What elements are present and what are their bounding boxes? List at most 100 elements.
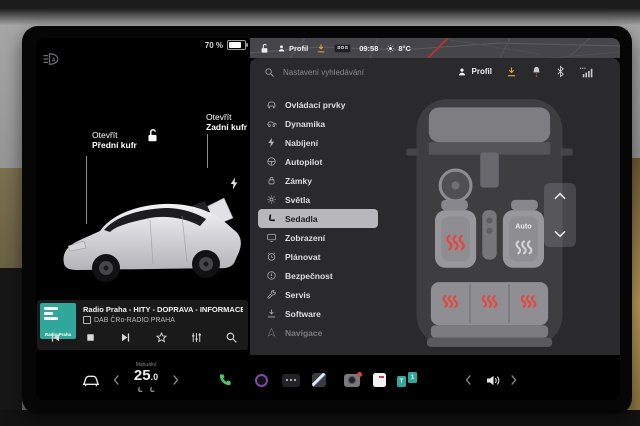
front-trunk-button[interactable]: Otevřít Přední kufr xyxy=(92,130,137,150)
menu-item-servis[interactable]: Servis xyxy=(258,285,378,304)
rear-bench xyxy=(427,282,552,347)
download-arrow-icon[interactable] xyxy=(316,43,326,54)
seat-heater-left-icon[interactable] xyxy=(136,386,144,394)
chevron-up-icon[interactable] xyxy=(553,191,567,201)
menu-item-planovat[interactable]: Plánovat xyxy=(258,247,378,266)
download-arrow-icon[interactable] xyxy=(506,66,517,78)
calendar-app-button[interactable] xyxy=(368,360,390,400)
profile-icon xyxy=(277,44,286,53)
volume-down-chevron[interactable] xyxy=(464,374,472,386)
menu-item-sedadla[interactable]: Sedadla xyxy=(258,209,378,228)
lightning-icon xyxy=(266,137,277,148)
more-apps-icon xyxy=(282,374,300,387)
favorite-star-icon[interactable] xyxy=(155,331,168,344)
radio-source-icon xyxy=(83,316,91,324)
touchscreen: A 70 % Otevřít Přední kufr Otevřít Zadní… xyxy=(36,38,620,400)
climate-temperature-decimal: .0 xyxy=(151,372,159,382)
settings-top-icons: Profil xyxy=(457,65,594,78)
unlock-icon[interactable] xyxy=(260,43,269,54)
menu-item-dynamika[interactable]: Dynamika xyxy=(258,114,378,133)
clock: 09:58 xyxy=(359,44,378,53)
bluetooth-icon[interactable] xyxy=(556,65,565,78)
menu-item-software[interactable]: Software xyxy=(258,304,378,323)
status-bar: Profil SOS 09:58 8°C xyxy=(260,38,411,58)
dashboard-trim-left xyxy=(0,168,22,270)
media-subtitle: DAB ČRo-RADIO PRAHA xyxy=(94,317,175,324)
speaker-icon xyxy=(485,373,502,388)
menu-item-ovladaci-prvky[interactable]: Ovládací prvky xyxy=(258,95,378,114)
wrench-icon xyxy=(266,289,277,300)
car-controls-button[interactable] xyxy=(78,360,104,400)
diagonal-app-button[interactable] xyxy=(308,360,330,400)
auto-headlight-icon: A xyxy=(42,52,60,66)
alert-circle-icon xyxy=(266,270,277,281)
chevron-down-icon[interactable] xyxy=(553,229,567,239)
search-icon[interactable] xyxy=(225,331,238,344)
navigation-arrow-icon xyxy=(266,327,277,338)
menu-label: Světla xyxy=(285,195,310,205)
profile-label: Profil xyxy=(289,44,308,53)
phone-icon xyxy=(217,372,233,388)
settings-panel: Nastavení vyhledávání Profil xyxy=(250,58,620,355)
rear-trunk-button[interactable]: Otevřít Zadní kufr xyxy=(206,112,247,132)
equalizer-icon[interactable] xyxy=(190,331,203,344)
volume-button[interactable] xyxy=(480,360,506,400)
phone-app-button[interactable] xyxy=(212,360,238,400)
lock-open-icon[interactable] xyxy=(146,128,159,143)
rear-trunk-label: Zadní kufr xyxy=(206,122,247,132)
menu-label: Autopilot xyxy=(285,157,322,167)
menu-label: Sedadla xyxy=(285,214,318,224)
stop-icon[interactable] xyxy=(84,331,97,344)
more-apps-button[interactable] xyxy=(279,360,303,400)
media-player[interactable]: Radio Praha Radio Praha - HITY - DOPRAVA… xyxy=(37,300,248,350)
menu-label: Ovládací prvky xyxy=(285,100,345,110)
car-illustration xyxy=(54,184,246,292)
menu-label: Navigace xyxy=(285,328,322,338)
dashcam-icon xyxy=(344,374,360,387)
profile-icon[interactable] xyxy=(457,67,467,77)
rear-trunk-action: Otevřít xyxy=(206,112,247,122)
vehicle-status-panel: A 70 % Otevřít Přední kufr Otevřít Zadní… xyxy=(36,38,250,360)
battery-percent: 70 % xyxy=(205,41,223,50)
menu-item-navigace[interactable]: Navigace xyxy=(258,323,378,342)
t1-tile-left: T xyxy=(397,376,406,387)
notification-dot xyxy=(357,372,362,377)
next-track-icon[interactable] xyxy=(119,331,132,344)
climate-temp-up-chevron[interactable] xyxy=(172,374,180,386)
menu-label: Nabíjení xyxy=(285,138,318,148)
climate-temperature: 25 xyxy=(134,367,151,384)
menu-item-zamky[interactable]: Zámky xyxy=(258,171,378,190)
seat-icon xyxy=(266,213,277,224)
menu-label: Dynamika xyxy=(285,119,325,129)
seat-heater-right-icon[interactable] xyxy=(148,386,156,394)
menu-item-svetla[interactable]: Světla xyxy=(258,190,378,209)
climate-temp-down-chevron[interactable] xyxy=(112,374,120,386)
menu-item-nabijeni[interactable]: Nabíjení xyxy=(258,133,378,152)
settings-search[interactable]: Nastavení vyhledávání xyxy=(264,67,364,78)
menu-label: Zobrazení xyxy=(285,233,325,243)
ring-app-icon xyxy=(255,374,268,387)
map-background: Profil SOS 09:58 8°C xyxy=(250,38,620,58)
volume-up-chevron[interactable] xyxy=(510,374,518,386)
t1-tile-right: 1 xyxy=(408,372,417,383)
outside-temperature: 8°C xyxy=(398,44,411,53)
menu-item-bezpecnost[interactable]: Bezpečnost xyxy=(258,266,378,285)
bell-icon[interactable] xyxy=(531,65,542,78)
profile-label[interactable]: Profil xyxy=(472,67,492,76)
battery-icon xyxy=(227,40,246,50)
screen-bezel: A 70 % Otevřít Přední kufr Otevřít Zadní… xyxy=(22,26,632,414)
light-sun-icon xyxy=(266,194,277,205)
car-front-icon xyxy=(81,373,101,388)
seat-view-scroll-control xyxy=(544,183,576,247)
t1-app-button[interactable]: T 1 xyxy=(394,360,422,400)
menu-item-autopilot[interactable]: Autopilot xyxy=(258,152,378,171)
charge-port-lightning-icon[interactable] xyxy=(229,177,239,190)
menu-label: Servis xyxy=(285,290,311,300)
dashcam-button[interactable] xyxy=(340,360,364,400)
ring-app-button[interactable] xyxy=(250,360,272,400)
lock-icon xyxy=(266,175,277,186)
previous-track-icon[interactable] xyxy=(49,331,62,344)
menu-item-zobrazeni[interactable]: Zobrazení xyxy=(258,228,378,247)
profile-status[interactable]: Profil xyxy=(277,44,308,53)
media-controls xyxy=(49,328,238,346)
